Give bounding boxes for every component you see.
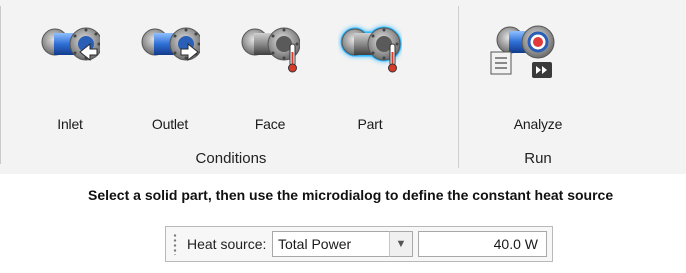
part-heat-icon (340, 26, 402, 73)
heat-source-label: Heat source: (187, 236, 267, 252)
run-group-label: Run (524, 150, 552, 167)
drag-grip-icon[interactable] (173, 233, 177, 255)
inlet-icon (41, 27, 100, 62)
analyze-button[interactable]: Analyze (478, 16, 578, 146)
inlet-label: Inlet (57, 116, 83, 132)
ribbon: Inlet Outlet Face Part Conditions Analyz… (0, 0, 686, 174)
face-button[interactable]: Face (220, 16, 320, 146)
instruction-text: Select a solid part, then use the microd… (88, 187, 614, 203)
heat-source-microdialog: Heat source: Total Power ▼ 40.0 W (165, 226, 553, 262)
part-label: Part (357, 116, 383, 132)
analyze-label: Analyze (513, 116, 563, 132)
chevron-down-icon[interactable]: ▼ (389, 231, 413, 257)
group-separator (458, 6, 459, 168)
inlet-button[interactable]: Inlet (20, 16, 120, 146)
outlet-label: Outlet (151, 116, 189, 132)
part-button[interactable]: Part (320, 16, 420, 146)
analyze-icon (490, 25, 555, 78)
ribbon-edge (0, 6, 1, 164)
run-group: Analyze Run (460, 0, 610, 174)
outlet-icon (141, 27, 200, 62)
conditions-group: Inlet Outlet Face Part Conditions (6, 0, 456, 174)
conditions-group-label: Conditions (195, 150, 267, 167)
face-heat-icon (241, 27, 300, 73)
face-label: Face (254, 116, 286, 132)
outlet-button[interactable]: Outlet (120, 16, 220, 146)
heat-source-value-input[interactable]: 40.0 W (418, 231, 547, 257)
